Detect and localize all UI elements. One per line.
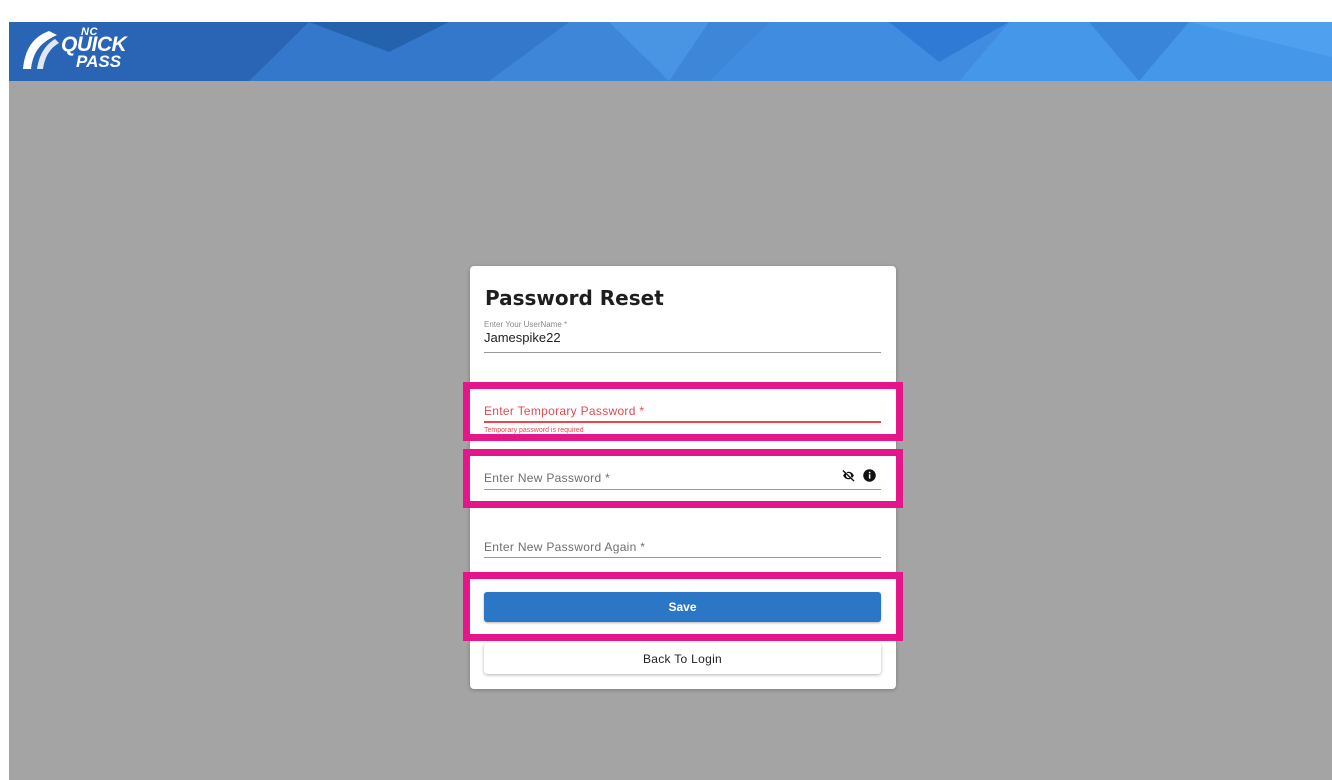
highlight-temporary-password (463, 382, 903, 441)
page-title: Password Reset (485, 286, 664, 310)
logo-swoosh-icon (23, 31, 59, 69)
new-password-again-placeholder: Enter New Password Again * (484, 540, 646, 554)
username-value[interactable]: Jamespike22 (484, 330, 561, 345)
username-underline (484, 352, 881, 353)
back-to-login-button[interactable]: Back To Login (484, 643, 881, 674)
header-background (9, 22, 1332, 81)
new-password-again-underline (484, 557, 881, 558)
username-field[interactable]: Enter Your UserName * Jamespike22 (484, 320, 881, 356)
logo-pass-text: PASS (76, 52, 122, 71)
highlight-save-button (463, 572, 903, 641)
new-password-again-field[interactable]: Enter New Password Again * (484, 536, 881, 562)
app-frame: NC QUICK PASS Password Reset Enter Your … (9, 22, 1332, 780)
site-header: NC QUICK PASS (9, 22, 1332, 81)
username-label: Enter Your UserName * (484, 320, 568, 329)
nc-quick-pass-logo[interactable]: NC QUICK PASS (21, 25, 161, 77)
highlight-new-password (463, 449, 903, 508)
